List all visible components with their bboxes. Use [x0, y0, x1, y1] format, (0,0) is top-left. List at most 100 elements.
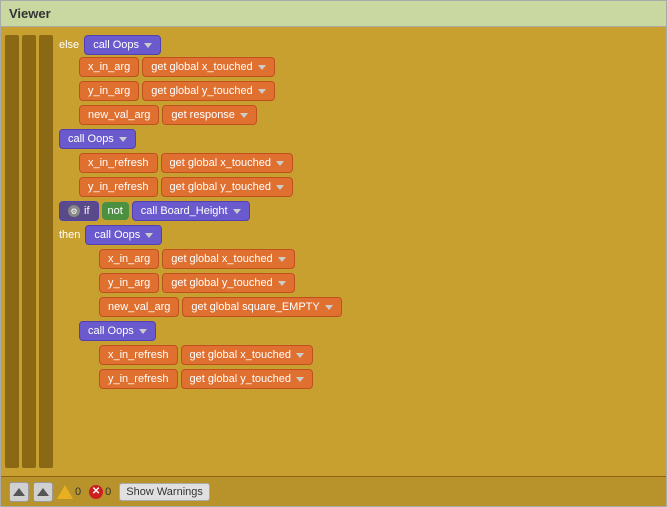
get-x-touched-2[interactable]: get global x_touched [162, 249, 294, 269]
x-in-refresh-row-1: x_in_refresh get global x_touched [79, 153, 658, 173]
get-y-touched-2[interactable]: get global y_touched [162, 273, 294, 293]
get-label-7: get [171, 277, 186, 289]
y-in-arg-label-1: y_in_arg [88, 85, 130, 97]
response-label: response [190, 109, 235, 121]
oops-label-2: Oops [88, 133, 114, 145]
global-x-touched-r1: global x_touched [188, 157, 271, 169]
get-label-4: get [170, 157, 185, 169]
oops-label-4: Oops [108, 325, 134, 337]
call-label-1: call [93, 39, 110, 51]
y-refresh-dd-2[interactable] [296, 377, 304, 382]
gold-bar-2 [22, 35, 36, 468]
x-touched-dropdown-1[interactable] [258, 65, 266, 70]
y-touched-dropdown-1[interactable] [258, 89, 266, 94]
call-oops-block-3[interactable]: call Oops [85, 225, 162, 245]
x-in-arg-row-2: x_in_arg get global x_touched [99, 249, 658, 269]
content-area: else call Oops x_in_arg get global x_tou… [1, 27, 666, 506]
board-height-dropdown[interactable] [233, 209, 241, 214]
x-refresh-dd-2[interactable] [296, 353, 304, 358]
get-label-2: get [151, 85, 166, 97]
oops-dropdown-4[interactable] [139, 329, 147, 334]
left-sidebar [1, 27, 61, 476]
x-touched-dropdown-2[interactable] [278, 257, 286, 262]
x-in-refresh-row-2: x_in_refresh get global x_touched [99, 345, 658, 365]
oops-dropdown-1[interactable] [144, 43, 152, 48]
viewer-window: Viewer else call Oops x_in_arg [0, 0, 667, 507]
get-label-8: get [191, 301, 206, 313]
if-label: if [84, 205, 90, 217]
y-touched-refresh-dd-1[interactable] [276, 185, 284, 190]
get-x-touched-refresh-2[interactable]: get global x_touched [181, 345, 313, 365]
global-x-touched-2: global x_touched [190, 253, 273, 265]
not-block[interactable]: not [102, 202, 129, 220]
get-response-block[interactable]: get response [162, 105, 257, 125]
response-dropdown[interactable] [240, 113, 248, 118]
y-in-refresh-row-2: y_in_refresh get global y_touched [99, 369, 658, 389]
call-oops-row-4: call Oops [79, 321, 658, 341]
x-in-arg-block-2[interactable]: x_in_arg [99, 249, 159, 269]
call-label-3: call [141, 205, 158, 217]
get-label-3: get [171, 109, 186, 121]
else-label: else [59, 39, 79, 51]
up-arrow-icon-2 [37, 488, 49, 496]
blocks-canvas: else call Oops x_in_arg get global x_tou… [59, 35, 658, 468]
new-val-arg-block-2[interactable]: new_val_arg [99, 297, 179, 317]
get-y-touched-refresh-1[interactable]: get global y_touched [161, 177, 293, 197]
y-touched-dropdown-2[interactable] [278, 281, 286, 286]
oops-dropdown-2[interactable] [119, 137, 127, 142]
if-block[interactable]: ⚙ if [59, 201, 99, 221]
gold-bar-3 [39, 35, 53, 468]
oops-dropdown-3[interactable] [145, 233, 153, 238]
show-warnings-button[interactable]: Show Warnings [119, 483, 210, 501]
x-in-arg-block-1[interactable]: x_in_arg [79, 57, 139, 77]
get-x-touched-1[interactable]: get global x_touched [142, 57, 274, 77]
call-oops-block-2[interactable]: call Oops [59, 129, 136, 149]
scroll-up-btn-1[interactable] [9, 482, 29, 502]
x-in-arg-label-2: x_in_arg [108, 253, 150, 265]
x-in-refresh-block-1[interactable]: x_in_refresh [79, 153, 158, 173]
get-y-touched-1[interactable]: get global y_touched [142, 81, 274, 101]
up-arrow-icon-1 [13, 488, 25, 496]
get-y-touched-refresh-2[interactable]: get global y_touched [181, 369, 313, 389]
get-square-empty-block[interactable]: get global square_EMPTY [182, 297, 341, 317]
global-y-touched-1: global y_touched [170, 85, 253, 97]
x-in-refresh-block-2[interactable]: x_in_refresh [99, 345, 178, 365]
new-val-arg-block[interactable]: new_val_arg [79, 105, 159, 125]
call-oops-block-1[interactable]: call Oops [84, 35, 161, 55]
warning-count: 0 [75, 486, 81, 498]
board-height-label: Board_Height [160, 205, 227, 217]
then-label: then [59, 229, 80, 241]
y-in-arg-block-1[interactable]: y_in_arg [79, 81, 139, 101]
error-circle-icon: ✕ [89, 485, 103, 499]
bottom-toolbar: 0 ✕ 0 Show Warnings [1, 476, 666, 506]
y-in-refresh-label-1: y_in_refresh [88, 181, 149, 193]
get-label-9: get [190, 349, 205, 361]
y-in-refresh-block-1[interactable]: y_in_refresh [79, 177, 158, 197]
x-touched-refresh-dd-1[interactable] [276, 161, 284, 166]
scroll-up-btn-2[interactable] [33, 482, 53, 502]
y-in-refresh-block-2[interactable]: y_in_refresh [99, 369, 178, 389]
error-group: ✕ 0 [89, 485, 115, 499]
x-in-arg-row-1: x_in_arg get global x_touched [79, 57, 658, 77]
new-val-arg-label: new_val_arg [88, 109, 150, 121]
gear-icon[interactable]: ⚙ [68, 205, 80, 217]
title-bar: Viewer [1, 1, 666, 27]
x-in-refresh-label-2: x_in_refresh [108, 349, 169, 361]
y-in-refresh-label-2: y_in_refresh [108, 373, 169, 385]
gold-bar-1 [5, 35, 19, 468]
y-in-arg-row-1: y_in_arg get global y_touched [79, 81, 658, 101]
y-in-arg-block-2[interactable]: y_in_arg [99, 273, 159, 293]
get-label-10: get [190, 373, 205, 385]
global-x-touched-1: global x_touched [170, 61, 253, 73]
oops-label-3: Oops [114, 229, 140, 241]
square-empty-dropdown[interactable] [325, 305, 333, 310]
error-count: 0 [105, 486, 111, 498]
global-y-touched-r2: global y_touched [208, 373, 291, 385]
get-x-touched-refresh-1[interactable]: get global x_touched [161, 153, 293, 173]
not-label: not [108, 205, 123, 217]
x-in-refresh-label-1: x_in_refresh [88, 157, 149, 169]
global-y-touched-2: global y_touched [190, 277, 273, 289]
if-not-row: ⚙ if not call Board_Height [59, 201, 658, 221]
call-oops-block-4[interactable]: call Oops [79, 321, 156, 341]
call-board-height-block[interactable]: call Board_Height [132, 201, 250, 221]
